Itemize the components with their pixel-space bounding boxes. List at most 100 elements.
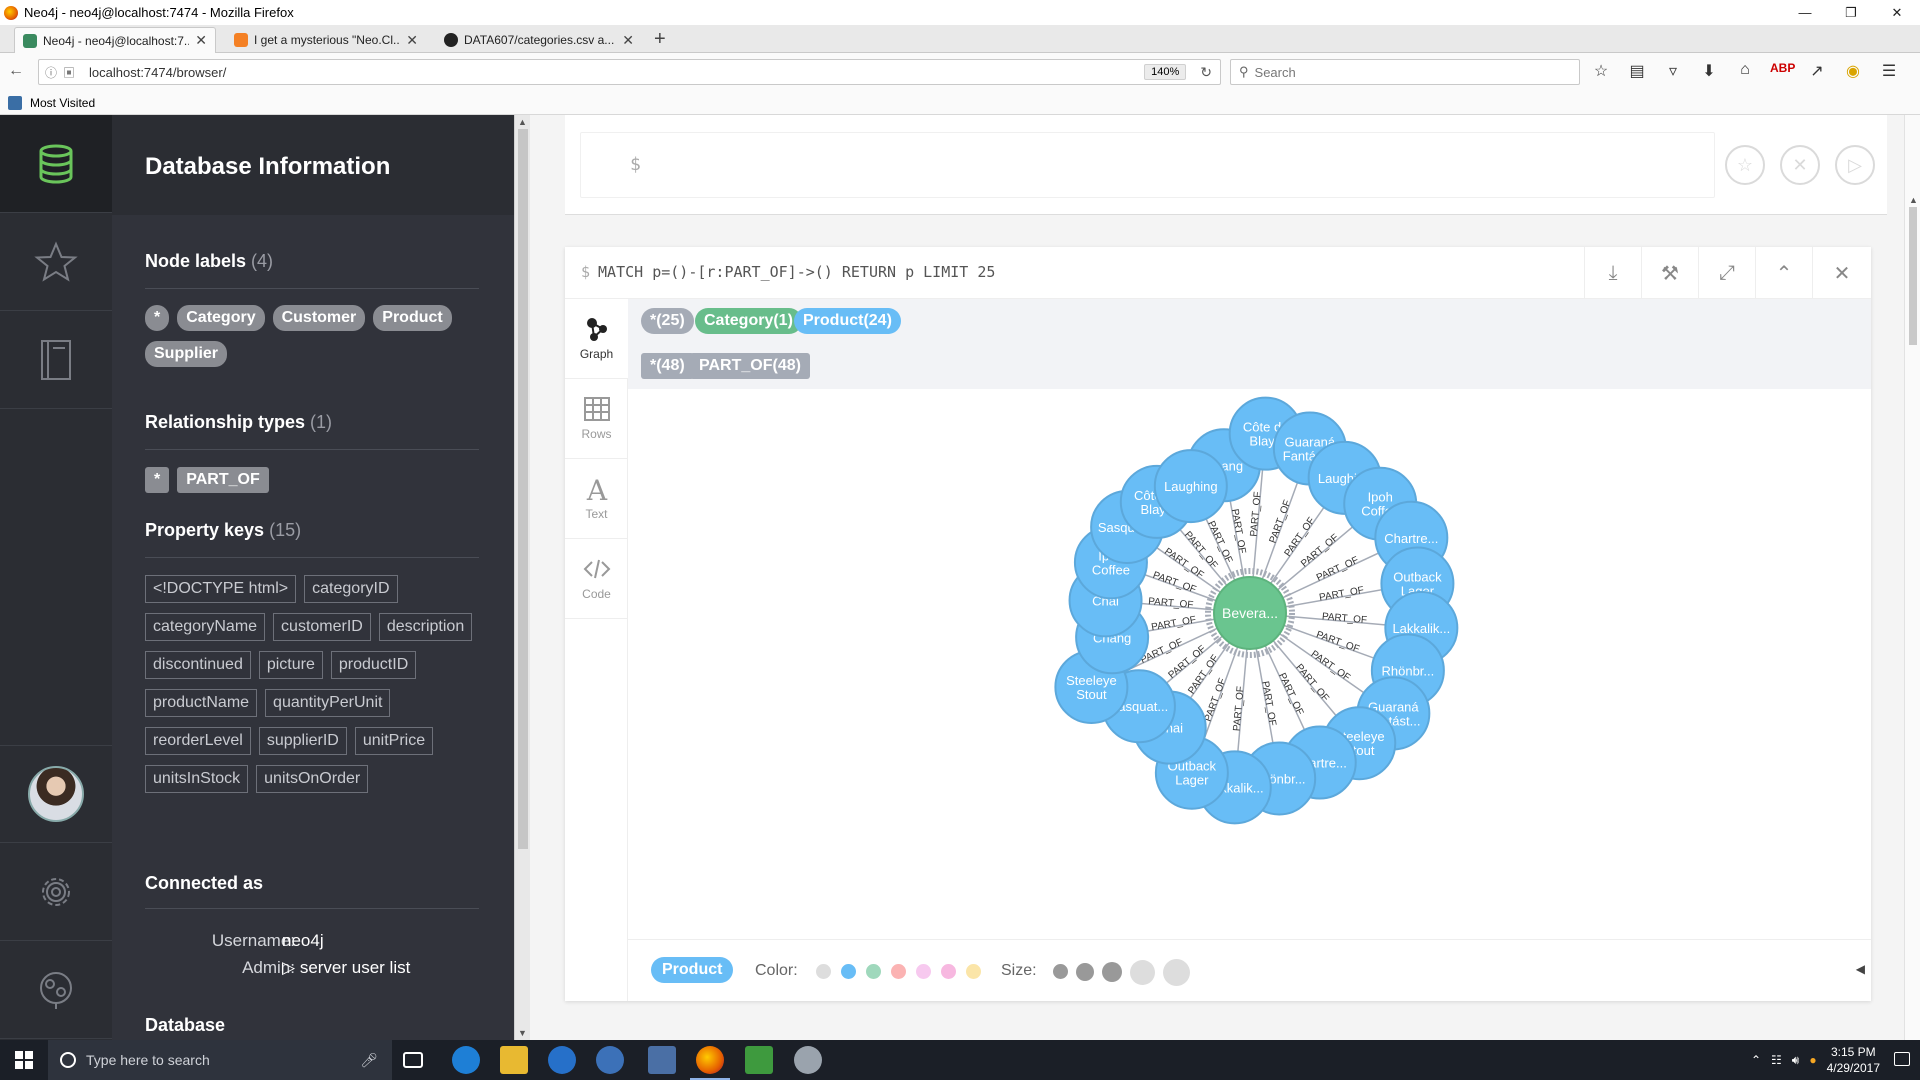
legend-rel-all[interactable]: *(48) <box>641 353 694 379</box>
property-key-chip[interactable]: description <box>378 613 473 641</box>
property-key-chip[interactable]: categoryName <box>145 613 266 641</box>
browser-tab-stackoverflow[interactable]: I get a mysterious "Neo.Cl... ✕ <box>226 27 426 53</box>
sidebar-item-database[interactable] <box>0 115 112 213</box>
size-option[interactable] <box>1130 960 1155 985</box>
collapse-button[interactable]: ⌃ <box>1755 247 1812 299</box>
size-option[interactable] <box>1076 963 1094 981</box>
color-option[interactable] <box>941 964 956 979</box>
size-option[interactable] <box>1053 964 1068 979</box>
relationship-label[interactable]: PART_OF <box>1321 611 1367 626</box>
close-tab-icon[interactable]: ✕ <box>406 32 418 49</box>
relationship-label[interactable]: PART_OF <box>1318 585 1364 604</box>
tab-code[interactable]: Code <box>565 539 628 619</box>
property-key-chip[interactable]: supplierID <box>258 727 347 755</box>
browser-tab-neo4j[interactable]: Neo4j - neo4j@localhost:7... ✕ <box>14 27 216 53</box>
menu-hamburger-icon[interactable]: ☰ <box>1878 61 1900 81</box>
relationship-label[interactable]: PART_OF <box>1151 615 1197 634</box>
scroll-down-arrow-icon[interactable]: ▼ <box>518 1028 527 1038</box>
zoom-indicator[interactable]: 140% <box>1144 64 1187 80</box>
product-node-label[interactable]: Outback <box>1393 569 1442 584</box>
node-label-chip[interactable]: Supplier <box>145 341 228 367</box>
new-tab-button[interactable]: + <box>654 28 666 50</box>
r-app-icon[interactable] <box>596 1046 624 1074</box>
reload-icon[interactable]: ↻ <box>1200 64 1212 81</box>
relationship-type-chip[interactable]: PART_OF <box>177 467 269 493</box>
url-text[interactable]: localhost:7474/browser/ <box>89 65 1144 80</box>
settings-app-icon[interactable] <box>794 1046 822 1074</box>
tab-graph[interactable]: Graph <box>565 299 628 379</box>
size-option[interactable] <box>1163 959 1190 986</box>
relationship-label[interactable]: PART_OF <box>1232 686 1247 732</box>
property-key-chip[interactable]: unitsInStock <box>145 765 249 793</box>
relationship-label[interactable]: PART_OF <box>1259 680 1278 726</box>
back-arrow-icon[interactable]: ← <box>8 62 24 80</box>
product-node-label[interactable]: Coffee <box>1092 562 1130 577</box>
query-input[interactable]: $ <box>580 132 1715 198</box>
sidebar-item-settings[interactable] <box>0 843 112 941</box>
firefox-taskbar-icon[interactable] <box>696 1046 724 1074</box>
relationship-label[interactable]: PART_OF <box>1268 499 1294 545</box>
sidebar-item-user[interactable] <box>0 745 112 843</box>
start-button[interactable] <box>0 1040 48 1080</box>
favorite-query-button[interactable]: ☆ <box>1725 145 1765 185</box>
download-icon[interactable]: ⬇ <box>1698 61 1720 81</box>
extension-icon-2[interactable]: ◉ <box>1842 61 1864 81</box>
microphone-icon[interactable]: 🎤︎ <box>360 1052 378 1069</box>
pin-button[interactable]: ⚒ <box>1641 247 1698 299</box>
product-node-label[interactable]: Stout <box>1076 687 1107 702</box>
adblock-icon[interactable]: ABP <box>1770 61 1795 81</box>
scrollbar-thumb[interactable] <box>518 129 528 849</box>
server-user-list-link[interactable]: ▷ server user list <box>282 958 410 978</box>
close-window-button[interactable]: ✕ <box>1874 0 1920 25</box>
volume-icon[interactable]: 🔊︎ <box>1792 1053 1800 1068</box>
product-node-label[interactable]: Chartre... <box>1384 531 1438 546</box>
clock[interactable]: 3:15 PM 4/29/2017 <box>1827 1044 1880 1076</box>
size-option[interactable] <box>1102 962 1122 982</box>
tray-app-icon[interactable]: ● <box>1809 1053 1816 1067</box>
category-node-label[interactable]: Bevera... <box>1222 605 1278 621</box>
scrollbar-thumb[interactable] <box>1909 207 1917 345</box>
collapse-inspector-icon[interactable]: ◀ <box>1856 962 1865 976</box>
property-key-chip[interactable]: customerID <box>273 613 371 641</box>
property-key-chip[interactable]: productID <box>330 651 417 679</box>
clear-query-button[interactable]: ✕ <box>1780 145 1820 185</box>
legend-node-category[interactable]: Category(1) <box>695 308 802 334</box>
bookmark-star-icon[interactable]: ☆ <box>1590 61 1612 81</box>
task-view-icon[interactable] <box>403 1052 423 1068</box>
property-key-chip[interactable]: reorderLevel <box>145 727 251 755</box>
relationship-label[interactable]: PART_OF <box>1148 596 1194 611</box>
url-bar[interactable]: ⓘ▣ localhost:7474/browser/ 140% ↻ <box>38 59 1221 85</box>
tab-rows[interactable]: Rows <box>565 379 628 459</box>
property-key-chip[interactable]: unitPrice <box>354 727 434 755</box>
property-key-chip[interactable]: productName <box>145 689 258 717</box>
pocket-icon[interactable]: ▿ <box>1662 61 1684 81</box>
property-key-chip[interactable]: discontinued <box>145 651 251 679</box>
edge-browser-icon[interactable] <box>452 1046 480 1074</box>
fullscreen-button[interactable]: ⤢ <box>1698 247 1755 299</box>
relationship-label[interactable]: PART_OF <box>1249 491 1264 537</box>
product-node-label[interactable]: Steeleye <box>1066 673 1117 688</box>
close-tab-icon[interactable]: ✕ <box>195 32 207 49</box>
file-explorer-icon[interactable] <box>500 1046 528 1074</box>
minimize-button[interactable]: — <box>1782 0 1828 25</box>
node-label-chip[interactable]: Customer <box>272 305 366 331</box>
color-option[interactable] <box>916 964 931 979</box>
property-key-chip[interactable]: unitsOnOrder <box>256 765 369 793</box>
relationship-label[interactable]: PART_OF <box>1203 677 1229 723</box>
legend-node-all[interactable]: *(25) <box>641 308 694 334</box>
node-label-chip[interactable]: Product <box>373 305 452 331</box>
graph-canvas[interactable]: PART_OF PART_OF PART_OF PART_OF PART_OF PART_… <box>628 389 1871 939</box>
legend-rel-part-of[interactable]: PART_OF(48) <box>690 353 810 379</box>
inspector-product-chip[interactable]: Product <box>651 957 734 983</box>
relationship-label[interactable]: PART_OF <box>1229 508 1248 554</box>
tab-text[interactable]: A Text <box>565 459 628 539</box>
property-key-chip[interactable]: quantityPerUnit <box>265 689 391 717</box>
color-option[interactable] <box>866 964 881 979</box>
run-query-button[interactable]: ▷ <box>1835 145 1875 185</box>
notepad-icon[interactable] <box>745 1046 773 1074</box>
product-node-label[interactable]: Ipoh <box>1368 490 1393 505</box>
property-key-chip[interactable]: picture <box>258 651 323 679</box>
color-option[interactable] <box>841 964 856 979</box>
node-label-chip[interactable]: * <box>145 305 170 331</box>
color-option[interactable] <box>966 964 981 979</box>
